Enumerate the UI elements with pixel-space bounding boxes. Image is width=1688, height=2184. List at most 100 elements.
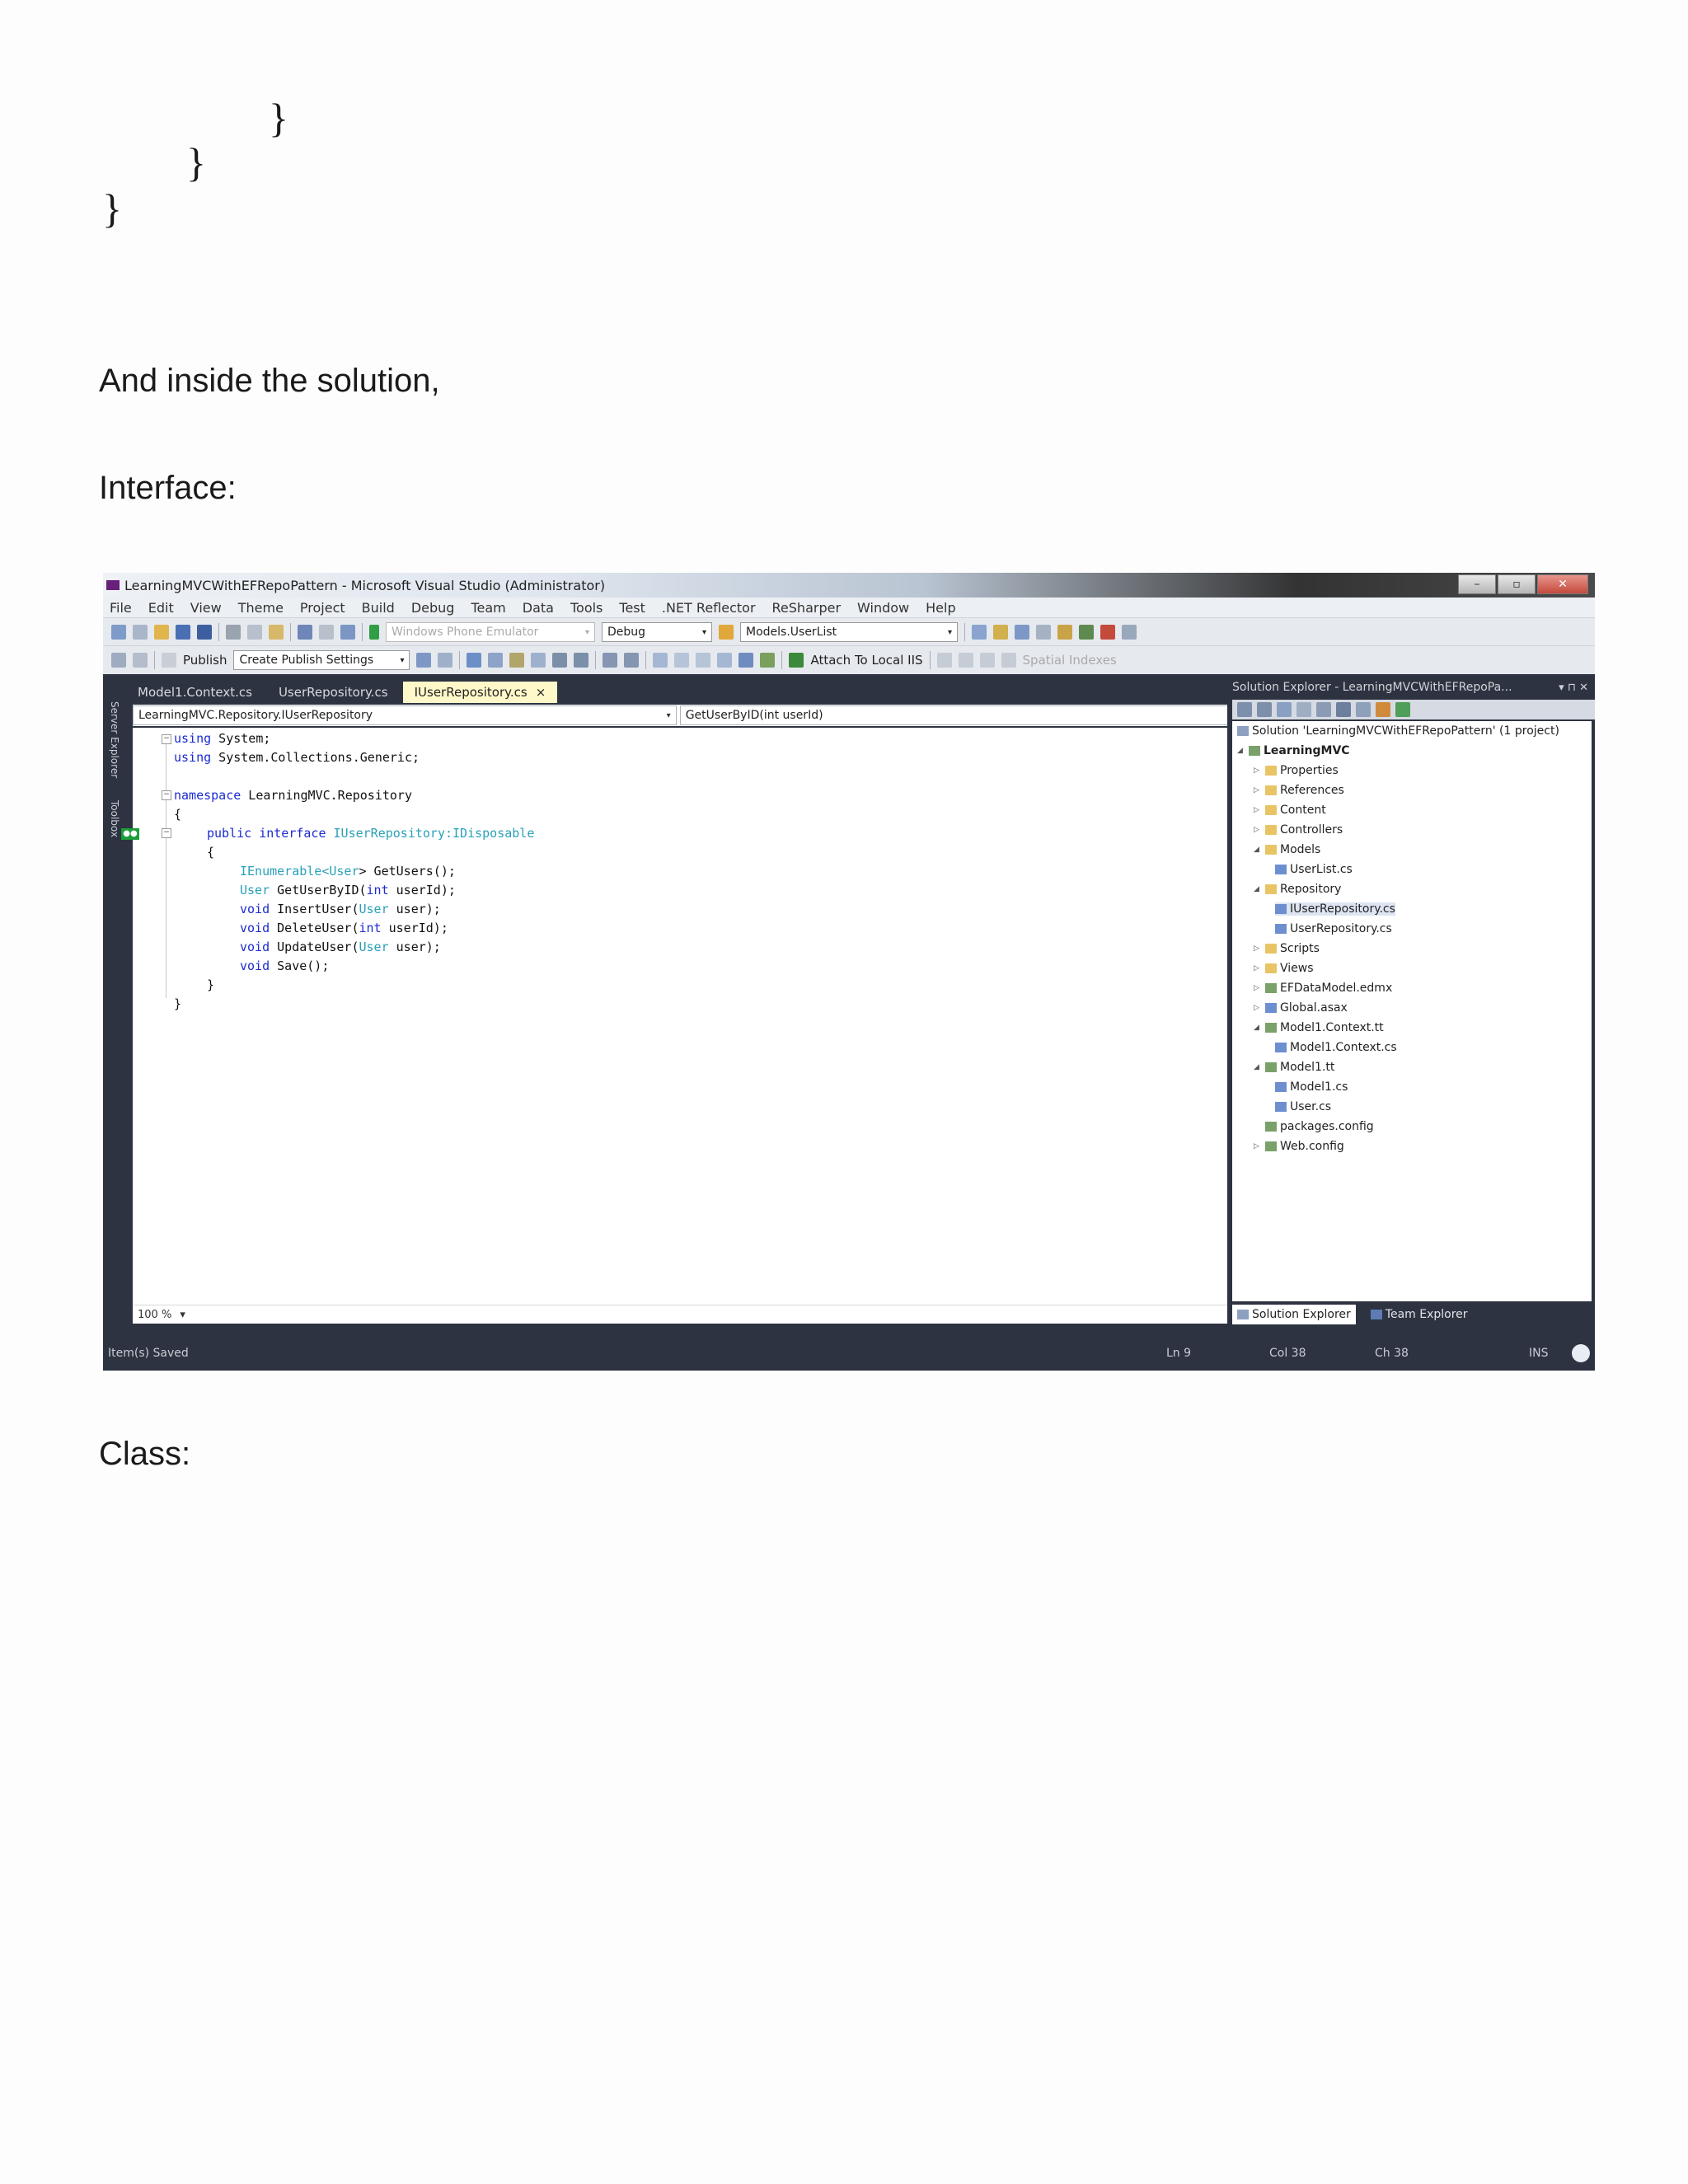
menu-resharper[interactable]: ReSharper [772,600,842,616]
tool-icon[interactable] [1001,653,1016,668]
tool-icon[interactable] [488,653,504,668]
toolbox-tab[interactable]: Toolbox [106,800,123,837]
tree-item-selected[interactable]: IUserRepository.cs [1275,902,1395,916]
menu-view[interactable]: View [190,600,222,616]
properties-icon[interactable] [1376,702,1390,717]
tool-icon[interactable] [674,653,690,668]
tool-icon[interactable] [1122,625,1137,640]
tree-item[interactable]: ▷ Scripts [1254,942,1320,955]
publish-settings-combo[interactable]: Create Publish Settings ▾ [233,650,410,670]
navigate-icon[interactable] [340,625,355,640]
tree-item[interactable]: ▷ References [1254,784,1344,797]
menu-project[interactable]: Project [300,600,345,616]
tab-team-explorer[interactable]: Team Explorer [1366,1305,1473,1324]
type-dropdown[interactable]: LearningMVC.Repository.IUserRepository ▾ [133,705,677,725]
collapse-all-icon[interactable] [1336,702,1351,717]
tree-item[interactable]: ▷ Global.asax [1254,1001,1348,1015]
tool-icon[interactable] [1057,625,1072,640]
tree-item[interactable]: packages.config [1265,1120,1374,1133]
startup-combo[interactable]: Models.UserList ▾ [740,622,958,642]
start-debug-icon[interactable] [369,625,379,640]
outdent-icon[interactable] [552,653,568,668]
pane-controls-icon[interactable]: ▾ ⊓ ✕ [1559,682,1588,694]
tab-model1-context[interactable]: Model1.Context.cs [126,682,264,703]
tree-item[interactable]: ▷ Controllers [1254,823,1343,837]
tab-iuser-repository[interactable]: IUserRepository.cs × [402,682,558,703]
tree-item[interactable]: ▷ Views [1254,962,1314,975]
tree-item[interactable]: UserList.cs [1275,863,1353,876]
tree-item[interactable]: ◢ Model1.tt [1254,1061,1334,1074]
spatial-indexes-button[interactable]: Spatial Indexes [1023,653,1117,668]
tree-item[interactable]: Model1.cs [1275,1080,1348,1094]
tool-icon[interactable] [467,653,482,668]
save-all-icon[interactable] [197,625,212,640]
configuration-combo[interactable]: Debug ▾ [602,622,712,642]
tool-icon[interactable] [133,653,148,668]
menu-net-reflector[interactable]: .NET Reflector [662,600,756,616]
paste-icon[interactable] [269,625,284,640]
tree-item[interactable]: ▷ Properties [1254,764,1339,777]
tool-icon[interactable] [972,625,987,640]
menu-edit[interactable]: Edit [148,600,174,616]
member-dropdown[interactable]: GetUserByID(int userId)▾ [679,705,1313,725]
tab-user-repository[interactable]: UserRepository.cs [267,682,400,703]
preview-icon[interactable] [1395,702,1410,717]
close-button[interactable]: ✕ [1537,574,1588,594]
sync-icon[interactable] [1296,702,1311,717]
collapse-icon[interactable]: − [162,734,171,744]
tool-icon[interactable] [1015,625,1029,640]
menu-debug[interactable]: Debug [411,600,455,616]
tool-icon[interactable] [979,653,995,668]
tool-icon[interactable] [993,625,1008,640]
tree-item[interactable]: ▷ Web.config [1254,1140,1344,1153]
tool-icon[interactable] [958,653,973,668]
copy-icon[interactable] [247,625,262,640]
tool-icon[interactable] [696,653,711,668]
tree-item[interactable]: ◢ Model1.Context.tt [1254,1021,1384,1034]
tool-icon[interactable] [416,653,432,668]
tool-icon[interactable] [509,653,525,668]
save-icon[interactable] [176,625,190,640]
tool-icon[interactable] [653,653,668,668]
tool-icon[interactable] [1100,625,1115,640]
tree-item[interactable]: User.cs [1275,1100,1331,1113]
cut-icon[interactable] [226,625,241,640]
server-explorer-tab[interactable]: Server Explorer [106,701,123,778]
tool-icon[interactable] [531,653,546,668]
tool-icon[interactable] [760,653,776,668]
collapse-icon[interactable]: − [162,828,171,838]
maximize-button[interactable]: ▫ [1498,574,1536,594]
code-editor[interactable]: ●● − − − using System; using System.Coll… [121,728,1313,1305]
uncomment-icon[interactable] [624,653,640,668]
open-icon[interactable] [154,625,169,640]
emulator-combo[interactable]: Windows Phone Emulator ▾ [386,622,595,642]
home-icon[interactable] [1277,702,1292,717]
chevron-down-icon[interactable]: ▾ [180,1309,185,1321]
refresh-icon[interactable] [1316,702,1331,717]
comment-icon[interactable] [603,653,618,668]
menu-file[interactable]: File [110,600,132,616]
menu-test[interactable]: Test [619,600,645,616]
tree-item[interactable]: ▷ EFDataModel.edmx [1254,982,1392,995]
tree-item[interactable]: ◢ Repository [1254,883,1341,896]
solution-root[interactable]: Solution 'LearningMVCWithEFRepoPattern' … [1237,724,1559,738]
minimize-button[interactable]: – [1458,574,1496,594]
tool-icon[interactable] [1036,625,1051,640]
menu-team[interactable]: Team [471,600,505,616]
zoom-level[interactable]: 100 % [138,1309,171,1321]
menu-build[interactable]: Build [362,600,395,616]
back-icon[interactable] [1237,702,1252,717]
redo-icon[interactable] [319,625,334,640]
publish-button[interactable]: Publish [183,653,227,668]
tool-icon[interactable] [936,653,952,668]
tree-item[interactable]: ◢ Models [1254,843,1320,856]
new-project-icon[interactable] [111,625,126,640]
close-tab-icon[interactable]: × [536,685,546,700]
notification-icon[interactable] [1572,1344,1590,1362]
tool-icon[interactable] [738,653,754,668]
show-all-icon[interactable] [1356,702,1371,717]
attach-button[interactable]: Attach To Local IIS [810,653,922,668]
tool-icon[interactable] [438,653,453,668]
collapse-icon[interactable]: − [162,790,171,800]
forward-icon[interactable] [1257,702,1272,717]
